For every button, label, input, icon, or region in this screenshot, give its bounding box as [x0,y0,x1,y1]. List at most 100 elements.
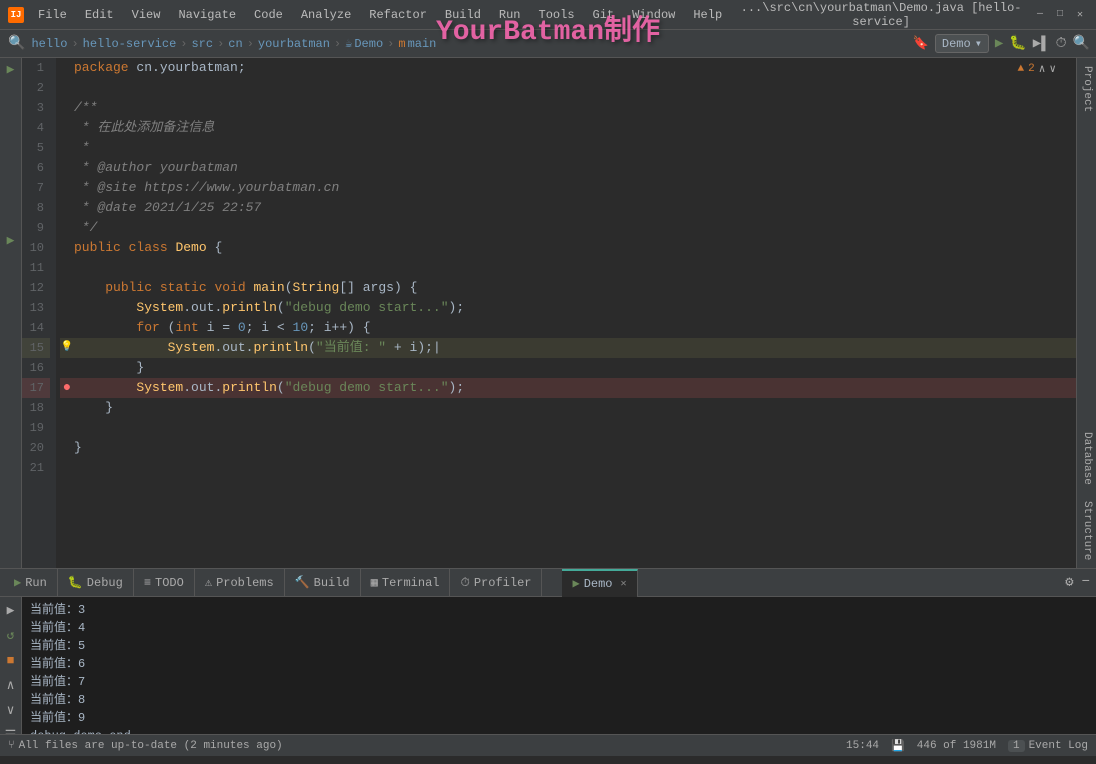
tab-todo[interactable]: ≡ TODO [134,569,195,597]
bc-main[interactable]: m main [398,37,436,51]
run-method-icon[interactable]: ▶ [7,233,15,248]
console-area: ▶ ↺ ■ ∧ ∨ ☰ 📌 当前值：3 当前值：4 当前值：5 当前值：6 当前… [0,597,1096,734]
run-rerun-icon[interactable]: ↺ [5,626,17,645]
console-line-3: 当前值：5 [30,637,1088,655]
code-editor[interactable]: 1 2 3 4 5 6 7 8 9 10 11 12 13 14 15 16 1… [22,58,1076,568]
sidebar-project[interactable]: Project [1077,58,1096,120]
status-time: 15:44 [846,740,879,752]
code-line-2 [60,78,1076,98]
breadcrumb: hello › hello-service › src › cn › yourb… [31,36,912,51]
profiler-tab-icon: ⏱ [460,576,469,590]
run-icon[interactable]: ▶ [995,35,1003,52]
bc-demo-file[interactable]: ☕ Demo [345,36,383,51]
titlebar: IJ File Edit View Navigate Code Analyze … [0,0,1096,30]
console-line-6: 当前值：8 [30,691,1088,709]
debug-tab-label: Debug [87,576,123,590]
code-line-12: public static void main(String[] args) { [60,278,1076,298]
menu-bar: File Edit View Navigate Code Analyze Ref… [30,6,730,24]
close-button[interactable]: ✕ [1072,7,1088,23]
maximize-button[interactable]: □ [1052,7,1068,23]
run-play-icon[interactable]: ▶ [5,601,17,620]
bottom-tab-bar: ▶ Run 🐛 Debug ≡ TODO ⚠ Problems 🔨 Build … [0,569,1096,597]
breakpoint-icon[interactable]: ● [60,378,74,398]
alert-down-icon[interactable]: ∨ [1049,62,1056,76]
minimize-button[interactable]: — [1032,7,1048,23]
profiler-tab-label: Profiler [474,576,532,590]
event-log[interactable]: 1 Event Log [1008,740,1088,752]
app-icon: IJ [8,7,24,23]
code-line-14: for (int i = 0; i < 10; i++) { [60,318,1076,338]
git-status[interactable]: All files are up-to-date (2 minutes ago) [19,740,283,752]
run-side-controls: ▶ ↺ ■ ∧ ∨ ☰ 📌 [0,597,22,734]
debug-tab-icon: 🐛 [68,575,83,590]
collapse-icon[interactable]: − [1080,572,1092,593]
menu-git[interactable]: Git [585,6,623,24]
menu-run[interactable]: Run [491,6,529,24]
bookmark-icon[interactable]: 🔖 [913,36,929,51]
bc-cn[interactable]: cn [228,37,242,51]
code-content[interactable]: package cn.yourbatman; /** * 在此处添加备注信息 * [56,58,1076,568]
menu-tools[interactable]: Tools [531,6,583,24]
tab-run[interactable]: ▶ Run [4,569,58,597]
memory-usage[interactable]: 446 of 1981M [917,740,996,752]
active-tab-icon: ▶ [572,576,579,591]
run-stop-icon[interactable]: ■ [5,651,17,670]
menu-navigate[interactable]: Navigate [170,6,244,24]
menu-code[interactable]: Code [246,6,291,24]
scroll-down-icon[interactable]: ∨ [5,701,17,720]
filter-icon[interactable]: ☰ [3,726,19,734]
menu-analyze[interactable]: Analyze [293,6,359,24]
tab-problems[interactable]: ⚠ Problems [195,569,285,597]
menu-file[interactable]: File [30,6,75,24]
code-line-8: * @date 2021/1/25 22:57 [60,198,1076,218]
sidebar-structure[interactable]: Structure [1077,493,1096,568]
menu-window[interactable]: Window [624,6,683,24]
menu-view[interactable]: View [124,6,169,24]
run-coverage-icon[interactable]: ▶▌ [1033,35,1050,52]
build-tab-icon: 🔨 [295,575,310,590]
nav-tabs: 🔍 hello › hello-service › src › cn › you… [0,30,1096,58]
problems-tab-label: Problems [216,576,274,590]
active-tab-demo-label: Demo [584,577,613,591]
java-file-icon: ☕ [345,36,352,51]
run-config-label: Demo [942,37,971,51]
scroll-up-icon[interactable]: ∧ [5,676,17,695]
menu-build[interactable]: Build [437,6,489,24]
alert-up-icon[interactable]: ∧ [1039,62,1046,76]
tab-close-icon[interactable]: ✕ [621,578,627,590]
run-tab-icon: ▶ [14,575,21,590]
tab-terminal[interactable]: ▦ Terminal [361,569,451,597]
run-panel: ▶ ▶ [0,58,22,568]
settings-icon[interactable]: ⚙ [1063,572,1075,593]
window-title: ...\src\cn\yourbatman\Demo.java [hello-s… [730,1,1032,29]
run-config-dropdown[interactable]: Demo ▾ [935,34,989,53]
menu-help[interactable]: Help [685,6,730,24]
nav-search-icon[interactable]: 🔍 [6,33,27,54]
code-line-18: } [60,398,1076,418]
tab-profiler[interactable]: ⏱ Profiler [450,569,542,597]
bc-service[interactable]: hello-service [83,37,177,51]
bc-src[interactable]: src [191,37,213,51]
console-line-2: 当前值：4 [30,619,1088,637]
bulb-icon[interactable]: 💡 [60,338,74,358]
run-class-icon[interactable]: ▶ [7,62,15,77]
sidebar-database[interactable]: Database [1077,424,1096,493]
search-everywhere-icon[interactable]: 🔍 [1073,35,1090,52]
code-line-17: ● System.out.println("debug demo start..… [60,378,1076,398]
tab-build[interactable]: 🔨 Build [285,569,361,597]
debug-icon[interactable]: 🐛 [1009,35,1026,52]
bc-hello[interactable]: hello [31,37,67,51]
code-line-6: * @author yourbatman [60,158,1076,178]
menu-edit[interactable]: Edit [77,6,122,24]
status-right: 15:44 💾 446 of 1981M 1 Event Log [846,739,1088,753]
nav-icon-group: 🔍 [6,33,27,54]
tab-debug[interactable]: 🐛 Debug [58,569,134,597]
code-line-20: } [60,438,1076,458]
console-line-7: 当前值：9 [30,709,1088,727]
profiler-icon[interactable]: ⏱ [1056,36,1067,52]
active-run-tab[interactable]: ▶ Demo ✕ [562,569,637,597]
window-controls: — □ ✕ [1032,7,1088,23]
menu-refactor[interactable]: Refactor [361,6,435,24]
alert-triangle-icon: ▲ [1018,63,1025,75]
bc-yourbatman[interactable]: yourbatman [258,37,330,51]
